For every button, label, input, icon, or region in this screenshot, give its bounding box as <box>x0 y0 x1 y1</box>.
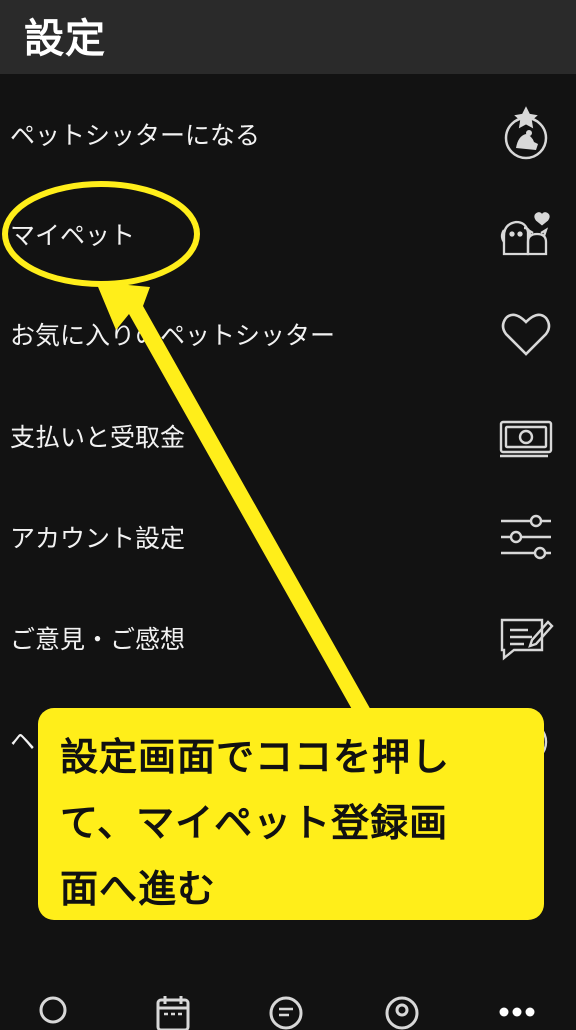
menu-item-favorite-sitters[interactable]: お気に入りのペットシッター <box>0 284 576 384</box>
pet-sitter-badge-icon <box>498 106 554 162</box>
menu-item-label: 支払いと受取金 <box>10 423 186 452</box>
callout-line: て、マイペット登録画 <box>60 801 449 845</box>
profile-icon[interactable] <box>384 994 420 1030</box>
money-icon <box>498 408 554 464</box>
menu-item-label: アカウント設定 <box>10 524 186 553</box>
callout-line: 設定画面でココを押し <box>60 735 451 779</box>
feedback-icon <box>498 610 554 666</box>
menu-item-label: ヘ <box>10 727 36 756</box>
menu-item-label: ペットシッターになる <box>10 121 261 150</box>
header: 設定 <box>0 0 576 74</box>
callout-line: 面へ進む <box>60 867 217 911</box>
menu-item-become-sitter[interactable]: ペットシッターになる <box>0 84 576 184</box>
menu-item-my-pet[interactable]: マイペット <box>0 184 576 284</box>
menu-item-account-settings[interactable]: アカウント設定 <box>0 487 576 587</box>
menu-item-label: ご意見・ご感想 <box>10 625 186 654</box>
more-icon[interactable] <box>499 994 535 1030</box>
chat-icon[interactable] <box>268 994 304 1030</box>
calendar-icon[interactable] <box>155 994 191 1030</box>
heart-icon <box>498 306 554 362</box>
pets-icon <box>498 206 554 262</box>
menu-item-label: お気に入りのペットシッター <box>10 321 336 350</box>
menu-item-feedback[interactable]: ご意見・ご感想 <box>0 588 576 688</box>
instruction-callout: 設定画面でココを押し て、マイペット登録画 面へ進む <box>38 708 544 920</box>
page-title: 設定 <box>24 16 106 62</box>
menu-item-payments[interactable]: 支払いと受取金 <box>0 386 576 486</box>
menu-item-label: マイペット <box>10 221 136 250</box>
sliders-icon <box>498 509 554 565</box>
bottom-nav <box>0 980 576 1030</box>
search-icon[interactable] <box>37 994 73 1030</box>
